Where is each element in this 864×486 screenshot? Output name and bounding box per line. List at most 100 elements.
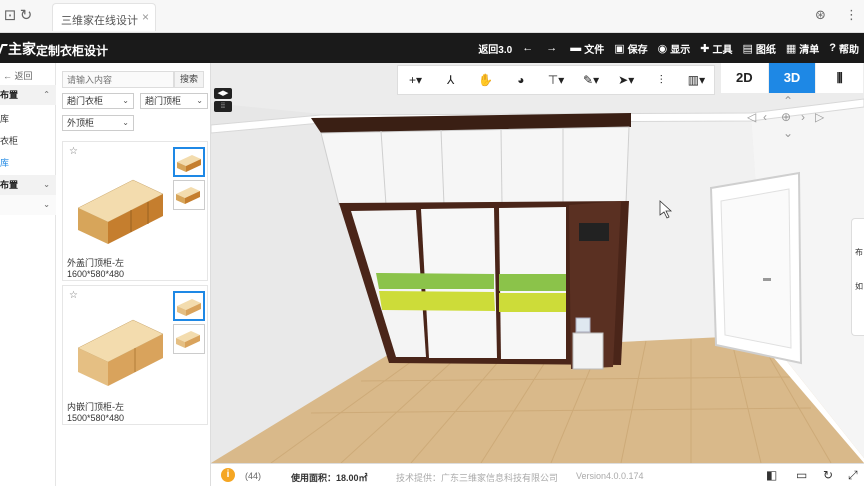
menu-item-label-5[interactable]: ◉ 显示 <box>658 41 691 56</box>
menu-item-arrow-right[interactable]: → <box>546 42 560 54</box>
item-size: 1500*580*480 <box>67 413 125 423</box>
arrow-right-icon: → <box>546 42 558 54</box>
back-icon[interactable]: ⊡ <box>2 8 18 24</box>
menu-item-label-3[interactable]: ▬ 文件 <box>570 41 604 56</box>
menu-item-label-6[interactable]: ✚ 工具 <box>700 41 732 56</box>
select-icon[interactable]: ➤▾ <box>612 73 640 87</box>
menu-item-label-0[interactable]: 返回3.0 <box>478 41 512 56</box>
arrow-left-icon[interactable]: ‹ <box>763 110 767 124</box>
right-caret-icon[interactable]: ▷ <box>815 110 824 124</box>
hand-icon[interactable]: ✋ <box>472 73 500 87</box>
cube-icon[interactable]: ◧ <box>766 468 777 482</box>
filter-label: 外顶柜 <box>67 118 95 128</box>
menu-label: 返回3.0 <box>478 44 513 56</box>
nav-row-label: 衣柜 <box>0 136 19 146</box>
chevron-icon: ⌄ <box>43 200 50 209</box>
chevron-down-icon: ⌄ <box>196 96 203 105</box>
search-input[interactable] <box>62 71 174 88</box>
pen-icon[interactable]: ⅄ <box>437 73 465 87</box>
menu-item-label-9[interactable]: ? 帮助 <box>829 41 859 56</box>
mode-3d-button[interactable]: 3D <box>768 63 817 93</box>
menu-item-arrow-left[interactable]: ← <box>522 42 536 54</box>
arrow-up-icon[interactable]: ⌃ <box>783 94 793 108</box>
back-link[interactable]: ← 返回 <box>3 69 33 82</box>
item-size: 1600*580*480 <box>67 269 125 279</box>
collapse-panel-toggle[interactable]: ◀▶ <box>214 88 232 99</box>
nav-row-5[interactable]: ⌄ <box>0 195 56 215</box>
browser-tab[interactable]: 三维家在线设计 × <box>52 3 156 31</box>
menu-label: 显示 <box>670 44 691 56</box>
grid-toggle[interactable]: ⁞⁞ <box>214 101 232 112</box>
catalog-item[interactable]: ☆ 内嵌门顶柜-左 1500*580*480 <box>62 285 208 425</box>
adjust-icon[interactable]: ⫶ <box>647 73 675 88</box>
filter-outer-top[interactable]: 外顶柜 ⌄ <box>62 115 134 131</box>
paint-icon[interactable]: ⊤▾ <box>542 73 570 87</box>
app-logo[interactable]: 主家 <box>0 39 36 59</box>
nav-row-1[interactable]: 库 <box>0 109 56 129</box>
variant-thumb[interactable] <box>173 180 205 210</box>
view-mode-switch: 2D 3D ⫴ <box>721 63 864 93</box>
app-header: 主家 定制衣柜设计 返回3.0 ← → ▬ 文件 ▣ 保存 ◉ 显示 ✚ 工具 ▤ 图纸 ▦ 清单 ? 帮助 <box>0 33 864 63</box>
display-icon: ◉ <box>657 42 668 55</box>
nav-row-2[interactable]: 衣柜 <box>0 131 56 151</box>
variant-thumb[interactable] <box>173 324 205 354</box>
cabinet-preview-image <box>77 319 164 386</box>
view-icon[interactable]: ▥▾ <box>682 73 710 87</box>
chevron-down-icon: ⌄ <box>122 96 129 105</box>
view-navigator[interactable]: ⌃ ◁ ‹ ⊕ › ▷ ⌄ <box>747 94 827 146</box>
filter-top-cabinet[interactable]: 趟门顶柜 ⌄ <box>140 93 208 109</box>
nav-row-3[interactable]: 库 <box>0 153 56 173</box>
property-panel-tab[interactable]: 布 如 <box>851 218 864 336</box>
filter-label: 趟门顶柜 <box>145 96 182 106</box>
left-caret-icon[interactable]: ◁ <box>747 110 756 124</box>
menu-label: 帮助 <box>839 44 859 56</box>
close-tab-icon[interactable]: × <box>142 10 149 24</box>
menu-item-label-4[interactable]: ▣ 保存 <box>614 41 647 56</box>
screen-icon[interactable]: ▭ <box>796 468 807 482</box>
walkthrough-footprints-icon[interactable]: ⫴ <box>816 63 864 93</box>
status-bar: i (44) 使用面积：18.00㎡ 技术提供：广东三维家信息科技有限公司 Ve… <box>211 463 864 486</box>
menu-label: 清单 <box>799 44 820 56</box>
menu-icon[interactable]: ⋮ <box>845 7 858 23</box>
usage-area: 使用面积：18.00㎡ <box>291 473 368 483</box>
menu-label: 工具 <box>712 44 733 56</box>
favorite-star-icon[interactable]: ☆ <box>69 290 78 301</box>
variant-thumb-selected[interactable] <box>173 147 205 177</box>
nav-row-label: 布置 <box>0 180 19 190</box>
search-button[interactable]: 搜索 <box>174 71 204 88</box>
logo-roof-icon <box>0 44 8 54</box>
chevron-icon: ⌃ <box>43 90 50 99</box>
extension-icon[interactable]: ⊛ <box>815 7 826 23</box>
refresh-icon[interactable]: ↻ <box>18 8 34 24</box>
measure-icon[interactable]: ✎▾ <box>577 73 605 87</box>
save-icon: ▣ <box>614 42 625 55</box>
variant-thumb-selected[interactable] <box>173 291 205 321</box>
menu-label: 保存 <box>627 44 648 56</box>
target-icon[interactable]: ⊕ <box>781 110 791 124</box>
add-icon[interactable]: +▾ <box>402 73 430 87</box>
nav-row-4[interactable]: 布置 ⌄ <box>0 175 56 195</box>
arrow-right-icon[interactable]: › <box>801 110 805 124</box>
info-icon[interactable]: i <box>221 468 235 482</box>
rotate-icon[interactable]: ↻ <box>823 468 833 482</box>
notification-count: (44) <box>245 471 262 481</box>
logo-text: 主家 <box>8 41 36 57</box>
nav-row-0[interactable]: 布置 ⌃ <box>0 85 56 105</box>
menu-item-label-8[interactable]: ▦ 清单 <box>786 41 819 56</box>
menu-label: 图纸 <box>755 44 776 56</box>
filter-wardrobe-type[interactable]: 趟门衣柜 ⌄ <box>62 93 134 109</box>
mode-2d-button[interactable]: 2D <box>721 63 769 93</box>
fullscreen-icon[interactable]: ⤢ <box>848 468 858 483</box>
favorite-star-icon[interactable]: ☆ <box>69 146 78 157</box>
catalog-item[interactable]: ☆ 外盖门顶柜-左 1600*580*480 <box>62 141 208 281</box>
chevron-down-icon: ⌄ <box>122 118 129 127</box>
arrow-down-icon[interactable]: ⌄ <box>783 126 793 140</box>
palette-icon[interactable]: ◕ <box>507 73 535 87</box>
item-name: 外盖门顶柜-左 <box>67 258 124 268</box>
app-title: 定制衣柜设计 <box>36 44 109 58</box>
main-toolbar: +▾ ⅄ ✋ ◕ ⊤▾ ✎▾ ➤▾ ⫶ ▥▾ <box>397 65 715 95</box>
nav-row-label: 库 <box>0 158 10 168</box>
3d-viewport[interactable]: +▾ ⅄ ✋ ◕ ⊤▾ ✎▾ ➤▾ ⫶ ▥▾ 2D 3D ⫴ ◀▶ ⁞⁞ ⌃ ◁ ‹ ⊕ › ▷… <box>211 63 864 463</box>
menu-item-label-7[interactable]: ▤ 图纸 <box>742 41 775 56</box>
list-icon: ▦ <box>785 42 797 55</box>
